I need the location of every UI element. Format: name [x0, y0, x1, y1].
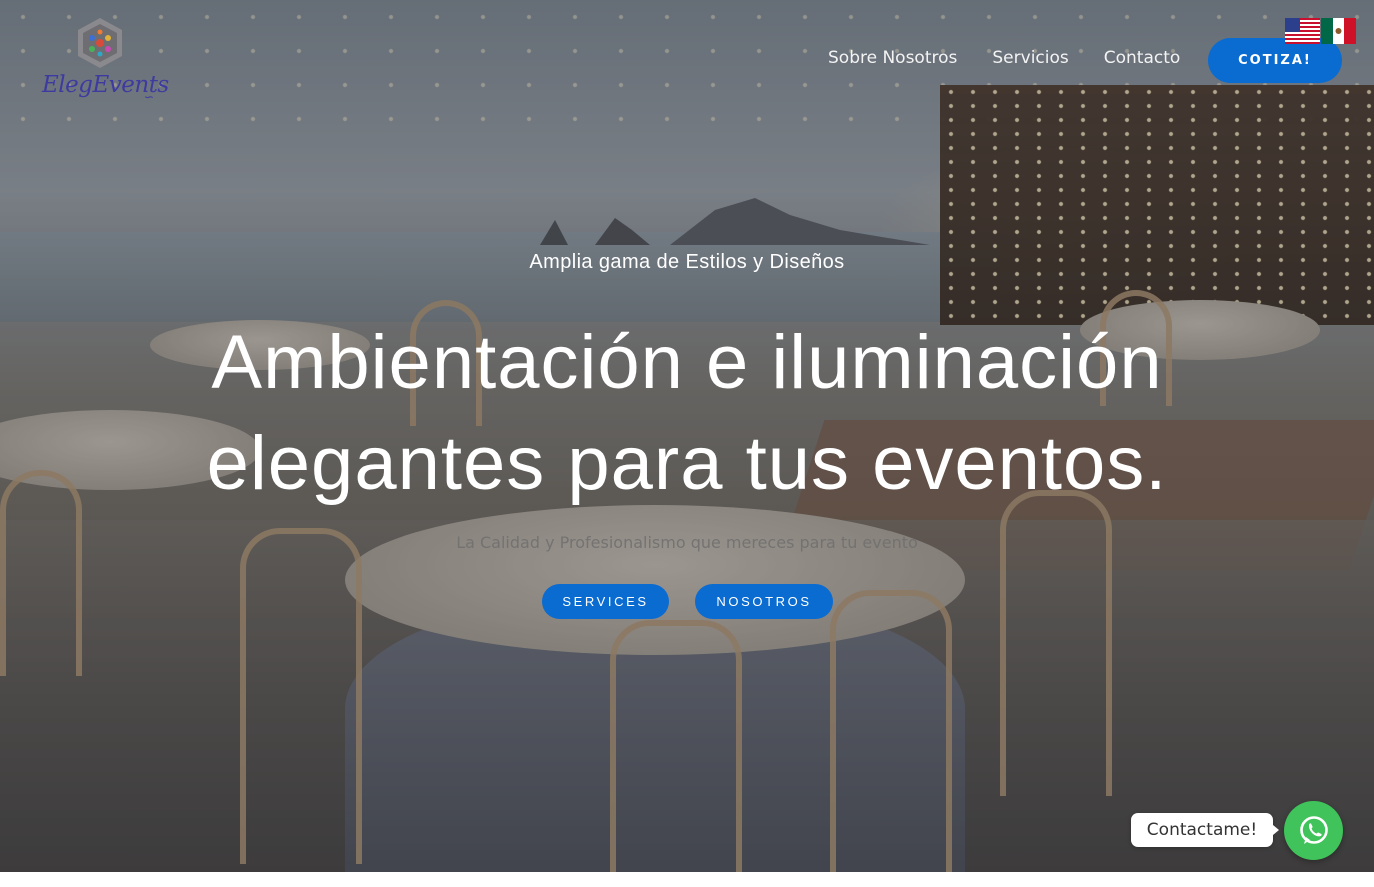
cotiza-button[interactable]: COTIZA!: [1208, 38, 1342, 83]
nav-item-servicios[interactable]: Servicios: [992, 48, 1068, 68]
hero-headline: Ambientación e iluminación elegantes par…: [60, 312, 1314, 514]
hero-headline-line1: Ambientación e iluminación: [211, 320, 1163, 405]
hero-tagline: La Calidad y Profesionalismo que mereces…: [456, 533, 918, 552]
us-flag-icon[interactable]: [1285, 18, 1320, 44]
logo[interactable]: ElegEvents ∽: [42, 16, 169, 108]
nav-item-contacto[interactable]: Contacto: [1104, 48, 1181, 68]
logo-mandala-icon: [78, 18, 122, 68]
mexico-flag-icon[interactable]: [1321, 18, 1356, 44]
whatsapp-button[interactable]: [1284, 801, 1343, 860]
nosotros-button[interactable]: NOSOTROS: [695, 584, 833, 619]
hero-headline-line2: elegantes para tus eventos.: [206, 421, 1168, 506]
hero-kicker: Amplia gama de Estilos y Diseños: [529, 251, 845, 273]
whatsapp-label[interactable]: Contactame!: [1131, 813, 1273, 847]
services-button[interactable]: SERVICES: [542, 584, 669, 619]
logo-swirl-icon: ∽: [143, 90, 154, 104]
nav-item-sobre-nosotros[interactable]: Sobre Nosotros: [828, 48, 957, 68]
whatsapp-bubble-tail: [1273, 825, 1279, 835]
main-nav: Sobre Nosotros Servicios Contacto: [828, 48, 1180, 68]
whatsapp-icon: [1299, 815, 1328, 844]
